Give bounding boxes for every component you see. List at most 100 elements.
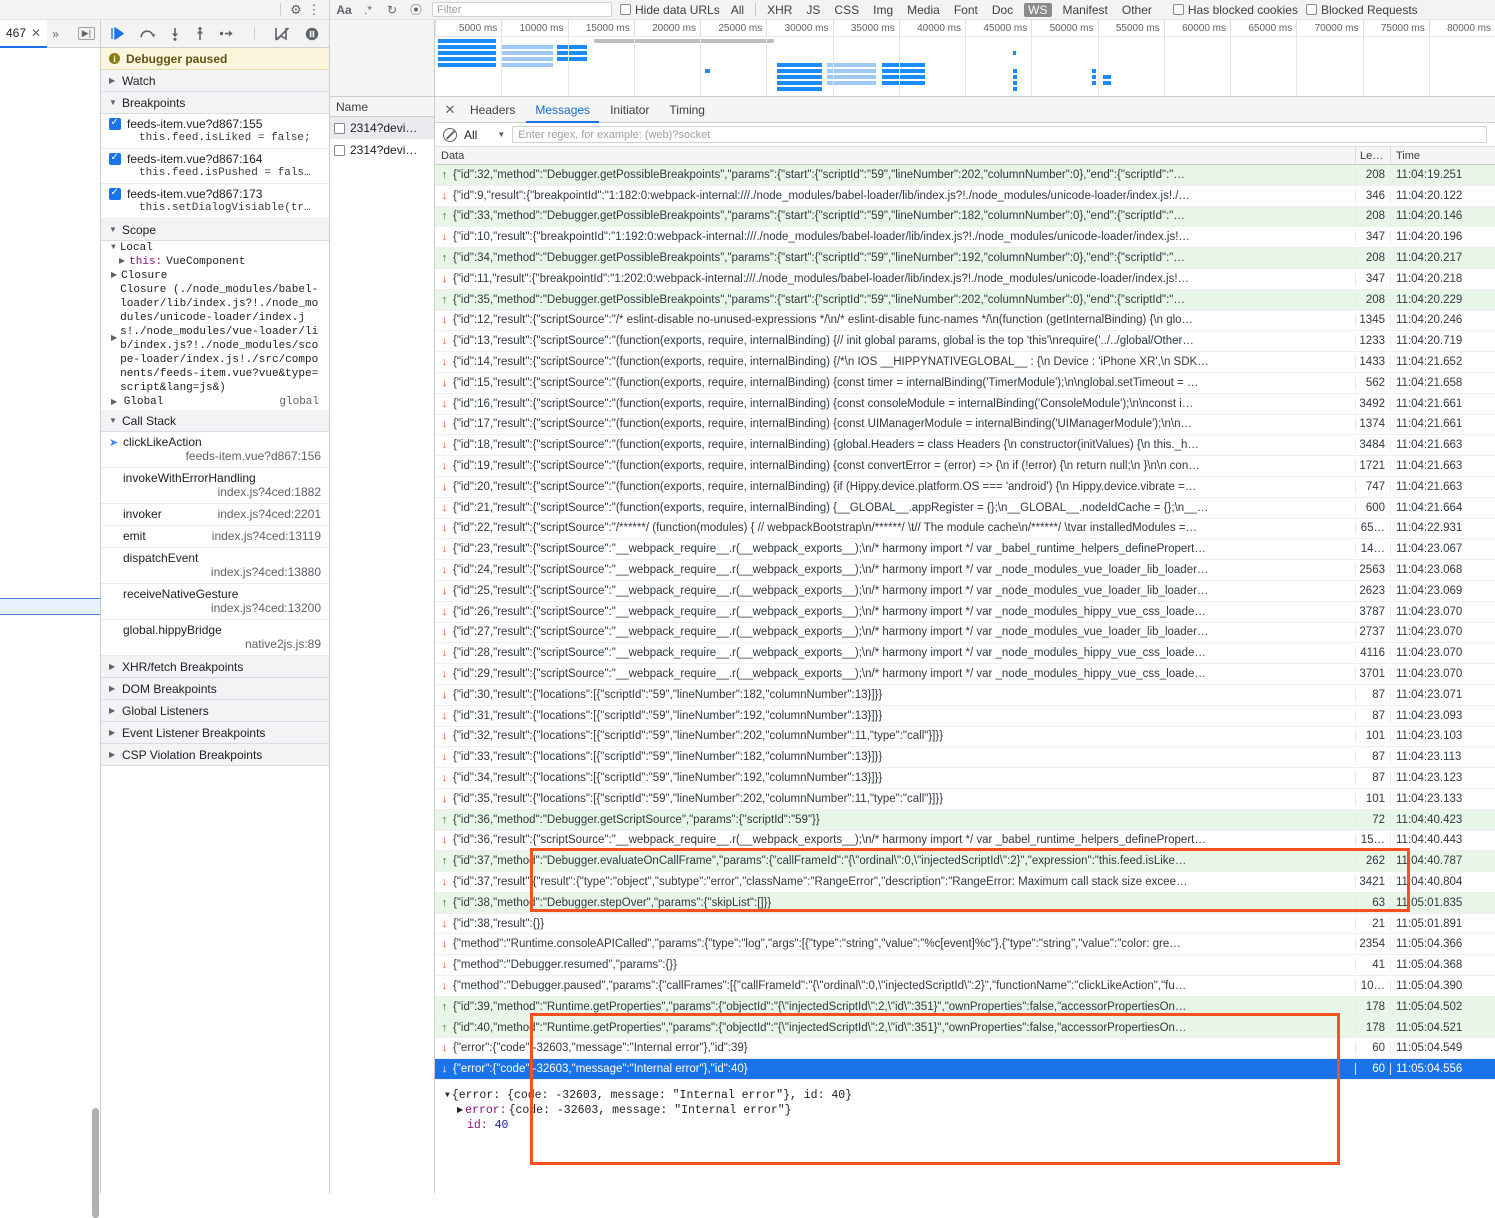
message-row[interactable]: ↓ {"id":25,"result":{"scriptSource":"__we… — [435, 580, 1495, 602]
tab-initiator[interactable]: Initiator — [601, 97, 658, 123]
call-stack-frame[interactable]: receiveNativeGesture index.js?4ced:13200 — [101, 584, 329, 620]
message-row[interactable]: ↓ {"id":19,"result":{"scriptSource":"(fun… — [435, 456, 1495, 477]
message-row[interactable]: ↓ {"id":29,"result":{"scriptSource":"__we… — [435, 664, 1495, 685]
message-type-select[interactable]: All ▼ — [464, 128, 505, 142]
message-row[interactable]: ↓ {"id":24,"result":{"scriptSource":"__we… — [435, 560, 1495, 581]
message-row[interactable]: ↑ {"id":36,"method":"Debugger.getScriptSo… — [435, 809, 1495, 831]
clear-messages-icon[interactable] — [443, 127, 457, 142]
message-row[interactable]: ↑ {"id":32,"method":"Debugger.getPossible… — [435, 165, 1495, 186]
regex-icon[interactable]: .* — [360, 3, 376, 17]
message-row[interactable]: ↓ {"method":"Debugger.paused","params":{"… — [435, 976, 1495, 997]
message-row[interactable]: ↓ {"id":28,"result":{"scriptSource":"__we… — [435, 643, 1495, 665]
breakpoint-checkbox[interactable] — [109, 116, 121, 130]
message-row[interactable]: ↓ {"id":35,"result":{"locations":[{"scrip… — [435, 788, 1495, 810]
column-header-length[interactable]: Le… — [1356, 147, 1391, 164]
filter-type-font[interactable]: Font — [951, 3, 981, 17]
message-regex-input[interactable]: Enter regex, for example: (web)?socket — [512, 126, 1487, 143]
filter-type-doc[interactable]: Doc — [989, 3, 1016, 17]
filter-type-xhr[interactable]: XHR — [764, 3, 795, 17]
more-options-icon[interactable]: ⋮ — [305, 1, 323, 19]
overview-timeline[interactable]: 5000 ms 10000 ms 15000 ms 20000 ms 25000… — [435, 20, 1495, 96]
deactivate-breakpoints-icon[interactable] — [274, 26, 292, 41]
detail-line-root[interactable]: ▼ {error: {code: -32603, message: "Intern… — [445, 1088, 1489, 1103]
message-row[interactable]: ↓ {"id":27,"result":{"scriptSource":"__we… — [435, 622, 1495, 644]
more-tabs-icon[interactable]: » — [47, 27, 64, 41]
step-over-icon[interactable] — [139, 27, 156, 40]
pause-on-exceptions-icon[interactable] — [305, 27, 319, 41]
breakpoint-item[interactable]: feeds-item.vue?d867:173 this.setDialogVi… — [101, 184, 329, 219]
message-row[interactable]: ↑ {"id":33,"method":"Debugger.getPossible… — [435, 206, 1495, 228]
section-breakpoints[interactable]: ▼ Breakpoints — [101, 92, 329, 114]
section-watch[interactable]: ▶ Watch — [101, 70, 329, 92]
step-icon[interactable] — [219, 27, 235, 40]
message-row[interactable]: ↑ {"id":39,"method":"Runtime.getPropertie… — [435, 996, 1495, 1018]
message-row[interactable]: ↓ {"id":31,"result":{"locations":[{"scrip… — [435, 705, 1495, 727]
has-blocked-cookies-checkbox[interactable]: Has blocked cookies — [1172, 3, 1298, 17]
message-row[interactable]: ↓ {"method":"Debugger.resumed","params":{… — [435, 955, 1495, 977]
hide-data-urls-checkbox[interactable]: Hide data URLs — [620, 3, 720, 17]
close-icon[interactable]: ✕ — [31, 26, 41, 40]
message-row[interactable]: ↓ {"id":32,"result":{"locations":[{"scrip… — [435, 726, 1495, 748]
message-row[interactable]: ↓ {"id":37,"result":{"result":{"type":"ob… — [435, 872, 1495, 893]
match-case-icon[interactable]: Aa — [336, 3, 352, 17]
messages-table-body[interactable]: ↑ {"id":32,"method":"Debugger.getPossible… — [435, 165, 1495, 1193]
message-row[interactable]: ↓ {"id":12,"result":{"scriptSource":"/* e… — [435, 310, 1495, 332]
filter-type-css[interactable]: CSS — [831, 3, 862, 17]
message-row[interactable]: ↓ {"id":15,"result":{"scriptSource":"(fun… — [435, 372, 1495, 394]
editor-scrollbar[interactable] — [92, 1108, 99, 1218]
message-row[interactable]: ↓ {"id":11,"result":{"breakpointId":"1:20… — [435, 268, 1495, 290]
clear-icon[interactable]: ⦿ — [408, 1, 424, 18]
message-row[interactable]: ↓ {"id":17,"result":{"scriptSource":"(fun… — [435, 414, 1495, 436]
call-stack-frame[interactable]: invoker index.js?4ced:2201 — [101, 504, 329, 526]
tab-headers[interactable]: Headers — [461, 97, 524, 123]
message-row[interactable]: ↓ {"id":9,"result":{"breakpointId":"1:182… — [435, 185, 1495, 207]
column-header-data[interactable]: Data — [435, 147, 1356, 164]
filter-type-media[interactable]: Media — [904, 3, 943, 17]
section-dom-breakpoints[interactable]: ▶ DOM Breakpoints — [101, 678, 329, 700]
call-stack-frame[interactable]: dispatchEvent index.js?4ced:13880 — [101, 548, 329, 584]
message-row[interactable]: ↓ {"id":16,"result":{"scriptSource":"(fun… — [435, 393, 1495, 415]
filter-type-manifest[interactable]: Manifest — [1060, 3, 1111, 17]
message-row[interactable]: ↑ {"id":35,"method":"Debugger.getPossible… — [435, 289, 1495, 311]
section-csp-violation-breakpoints[interactable]: ▶ CSP Violation Breakpoints — [101, 744, 329, 766]
breakpoint-item[interactable]: feeds-item.vue?d867:155 this.feed.isLike… — [101, 114, 329, 149]
source-editor[interactable] — [0, 48, 100, 1218]
call-stack-frame[interactable]: global.hippyBridge native2js.js:89 — [101, 620, 329, 656]
scope-closure[interactable]: ▶ Closure — [107, 269, 323, 283]
message-row[interactable]: ↓ {"method":"Runtime.consoleAPICalled","p… — [435, 934, 1495, 956]
message-row[interactable]: ↑ {"id":37,"method":"Debugger.evaluateOnC… — [435, 851, 1495, 873]
blocked-requests-checkbox[interactable]: Blocked Requests — [1305, 3, 1418, 17]
message-row[interactable]: ↓ {"id":30,"result":{"locations":[{"scrip… — [435, 684, 1495, 706]
scope-closure-long[interactable]: ▶ Closure (./node_modules/babel-loader/l… — [107, 283, 323, 395]
section-event-listener-breakpoints[interactable]: ▶ Event Listener Breakpoints — [101, 722, 329, 744]
call-stack-frame[interactable]: invokeWithErrorHandling index.js?4ced:18… — [101, 468, 329, 504]
gear-icon[interactable]: ⚙ — [287, 1, 305, 19]
section-global-listeners[interactable]: ▶ Global Listeners — [101, 700, 329, 722]
call-stack-frame[interactable]: emit index.js?4ced:13119 — [101, 526, 329, 548]
message-row[interactable]: ↑ {"id":38,"method":"Debugger.stepOver","… — [435, 892, 1495, 914]
close-icon[interactable]: ✕ — [441, 102, 459, 118]
filter-type-img[interactable]: Img — [870, 3, 896, 17]
message-row[interactable]: ↓ {"id":21,"result":{"scriptSource":"(fun… — [435, 497, 1495, 519]
column-header-time[interactable]: Time — [1391, 147, 1495, 164]
call-stack-frame[interactable]: ➤ clickLikeAction feeds-item.vue?d867:15… — [101, 432, 329, 468]
filter-type-ws[interactable]: WS — [1024, 2, 1052, 17]
detail-line-error[interactable]: ▶ error: {code: -32603, message: "Interna… — [445, 1103, 1489, 1118]
request-row[interactable]: 2314?devi… — [330, 139, 434, 161]
message-row[interactable]: ↓ {"id":18,"result":{"scriptSource":"(fun… — [435, 435, 1495, 457]
message-row[interactable]: ↓ {"id":26,"result":{"scriptSource":"__we… — [435, 601, 1495, 623]
show-navigator-icon[interactable]: ▶| — [77, 27, 96, 40]
section-call-stack[interactable]: ▼ Call Stack — [101, 410, 329, 432]
section-scope[interactable]: ▼ Scope — [101, 219, 329, 241]
checkbox-icon[interactable] — [334, 144, 345, 156]
filter-type-all[interactable]: All — [728, 3, 747, 17]
breakpoint-checkbox[interactable] — [109, 151, 121, 165]
tab-messages[interactable]: Messages — [526, 97, 600, 123]
scope-this[interactable]: ▶ this: VueComponent — [107, 255, 323, 269]
message-row[interactable]: ↓ {"id":36,"result":{"scriptSource":"__we… — [435, 830, 1495, 852]
section-xhr-breakpoints[interactable]: ▶ XHR/fetch Breakpoints — [101, 656, 329, 678]
request-row[interactable]: 2314?devi… — [330, 117, 434, 139]
filter-type-js[interactable]: JS — [803, 3, 823, 17]
message-row[interactable]: ↓ {"error":{"code":-32603,"message":"Inte… — [435, 1038, 1495, 1060]
message-row[interactable]: ↑ {"id":40,"method":"Runtime.getPropertie… — [435, 1017, 1495, 1039]
